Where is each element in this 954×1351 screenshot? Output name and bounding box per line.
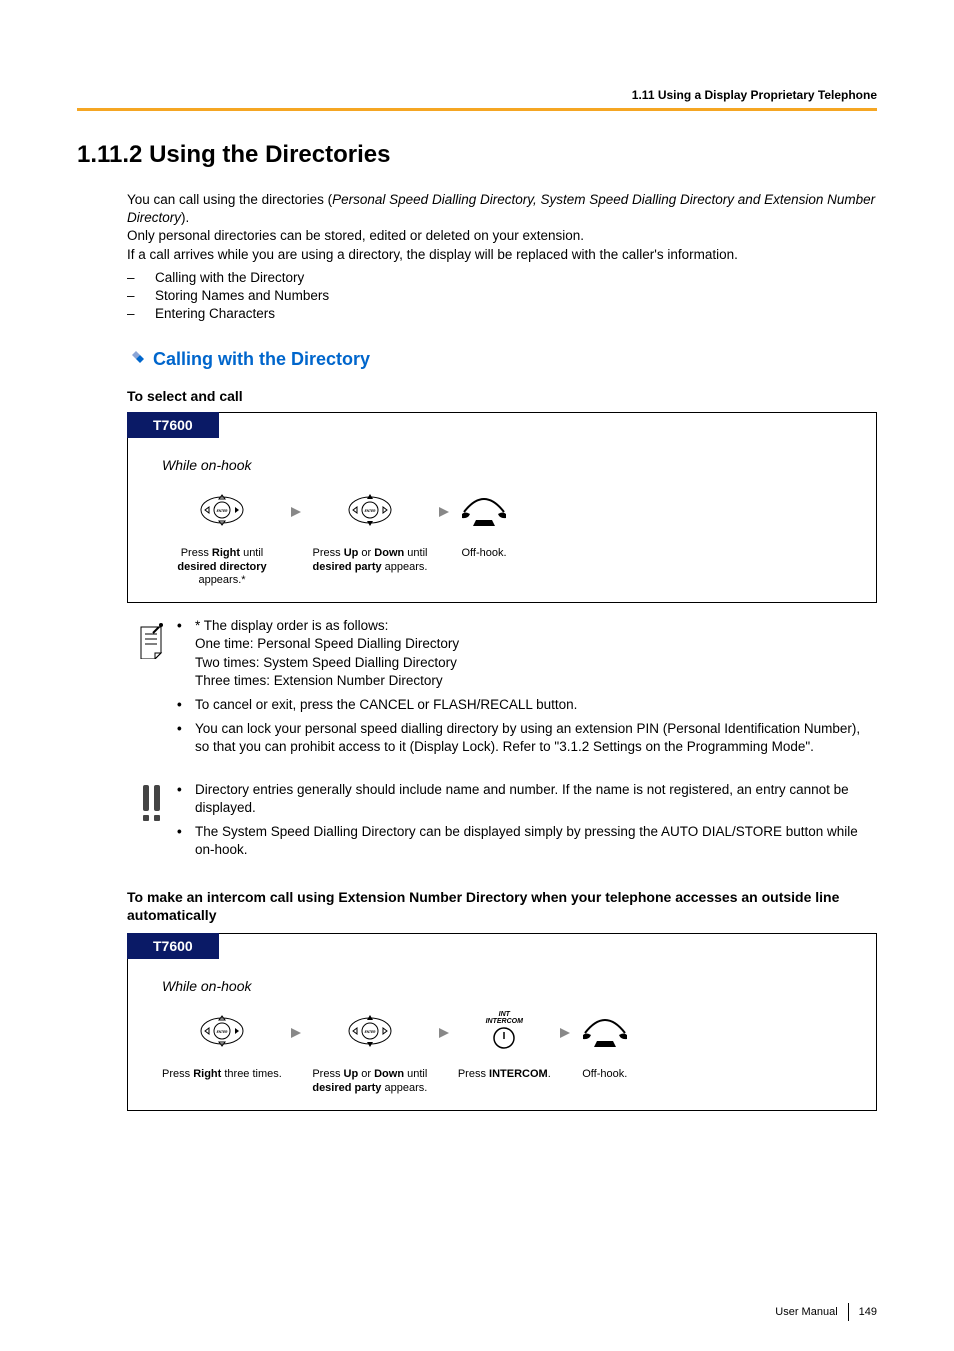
toc-item-1: Calling with the Directory: [127, 270, 877, 285]
toc-list: Calling with the Directory Storing Names…: [127, 270, 877, 321]
intro-block: You can call using the directories (Pers…: [127, 191, 877, 264]
note-icon: [127, 617, 177, 659]
toc-item-3: Entering Characters: [127, 306, 877, 321]
header-breadcrumb: 1.11 Using a Display Proprietary Telepho…: [77, 88, 877, 102]
arrow-icon: [430, 481, 458, 519]
intro-text-1a: You can call using the directories (: [127, 192, 332, 207]
model-badge: T7600: [127, 412, 219, 438]
proc1-heading: To select and call: [127, 388, 877, 404]
diamond-icon: [127, 350, 145, 368]
p2-step1-caption: Press Right three times.: [162, 1068, 282, 1082]
important-icon: [127, 781, 177, 823]
intro-text-3: If a call arrives while you are using a …: [127, 247, 738, 262]
p2-step2-caption: Press Up or Down until desired party app…: [310, 1068, 430, 1096]
offhook-icon: [579, 1002, 631, 1060]
subsection-heading: Calling with the Directory: [153, 349, 370, 370]
p2-step3-caption: Press INTERCOM.: [458, 1068, 551, 1082]
nav-button-lr-icon: ENTER: [199, 1002, 245, 1060]
p2-step4-caption: Off-hook.: [582, 1068, 627, 1082]
intro-text-1b: ).: [181, 210, 189, 225]
arrow-icon: [430, 1002, 458, 1040]
intercom-button-icon: INTINTERCOM: [486, 1002, 523, 1060]
svg-text:ENTER: ENTER: [364, 1030, 376, 1034]
toc-item-2: Storing Names and Numbers: [127, 288, 877, 303]
page-number: 149: [859, 1306, 877, 1318]
footer-separator: [848, 1303, 849, 1321]
intro-text-2: Only personal directories can be stored,…: [127, 228, 584, 243]
page-title: 1.11.2 Using the Directories: [77, 141, 877, 169]
nav-button-ud-icon: ENTER: [347, 1002, 393, 1060]
procedure-box-1: T7600 While on-hook ENTER Press Right un…: [127, 412, 877, 603]
offhook-icon: [458, 481, 510, 539]
arrow-icon: [551, 1002, 579, 1040]
arrow-icon: [282, 481, 310, 519]
state-label: While on-hook: [162, 457, 862, 473]
step3-caption: Off-hook.: [461, 547, 506, 561]
svg-text:ENTER: ENTER: [365, 509, 377, 513]
proc2-heading: To make an intercom call using Extension…: [127, 888, 877, 926]
svg-text:ENTER: ENTER: [217, 509, 229, 513]
header-rule: [77, 108, 877, 111]
procedure-box-2: T7600 While on-hook ENTER Press Right th…: [127, 933, 877, 1111]
nav-button-lr-icon: ENTER: [199, 481, 245, 539]
nav-button-ud-icon: ENTER: [347, 481, 393, 539]
state-label: While on-hook: [162, 978, 862, 994]
svg-text:ENTER: ENTER: [217, 1030, 229, 1034]
step1-caption: Press Right until desired directory appe…: [162, 547, 282, 588]
note2-bullet-2: The System Speed Dialling Directory can …: [177, 823, 877, 859]
step2-caption: Press Up or Down until desired party app…: [310, 547, 430, 575]
arrow-icon: [282, 1002, 310, 1040]
note1-bullet-1: * The display order is as follows: One t…: [177, 617, 877, 690]
note1-bullet-3: You can lock your personal speed diallin…: [177, 720, 877, 756]
footer-label: User Manual: [775, 1306, 837, 1318]
model-badge: T7600: [127, 933, 219, 959]
note1-bullet-2: To cancel or exit, press the CANCEL or F…: [177, 696, 877, 714]
note2-bullet-1: Directory entries generally should inclu…: [177, 781, 877, 817]
